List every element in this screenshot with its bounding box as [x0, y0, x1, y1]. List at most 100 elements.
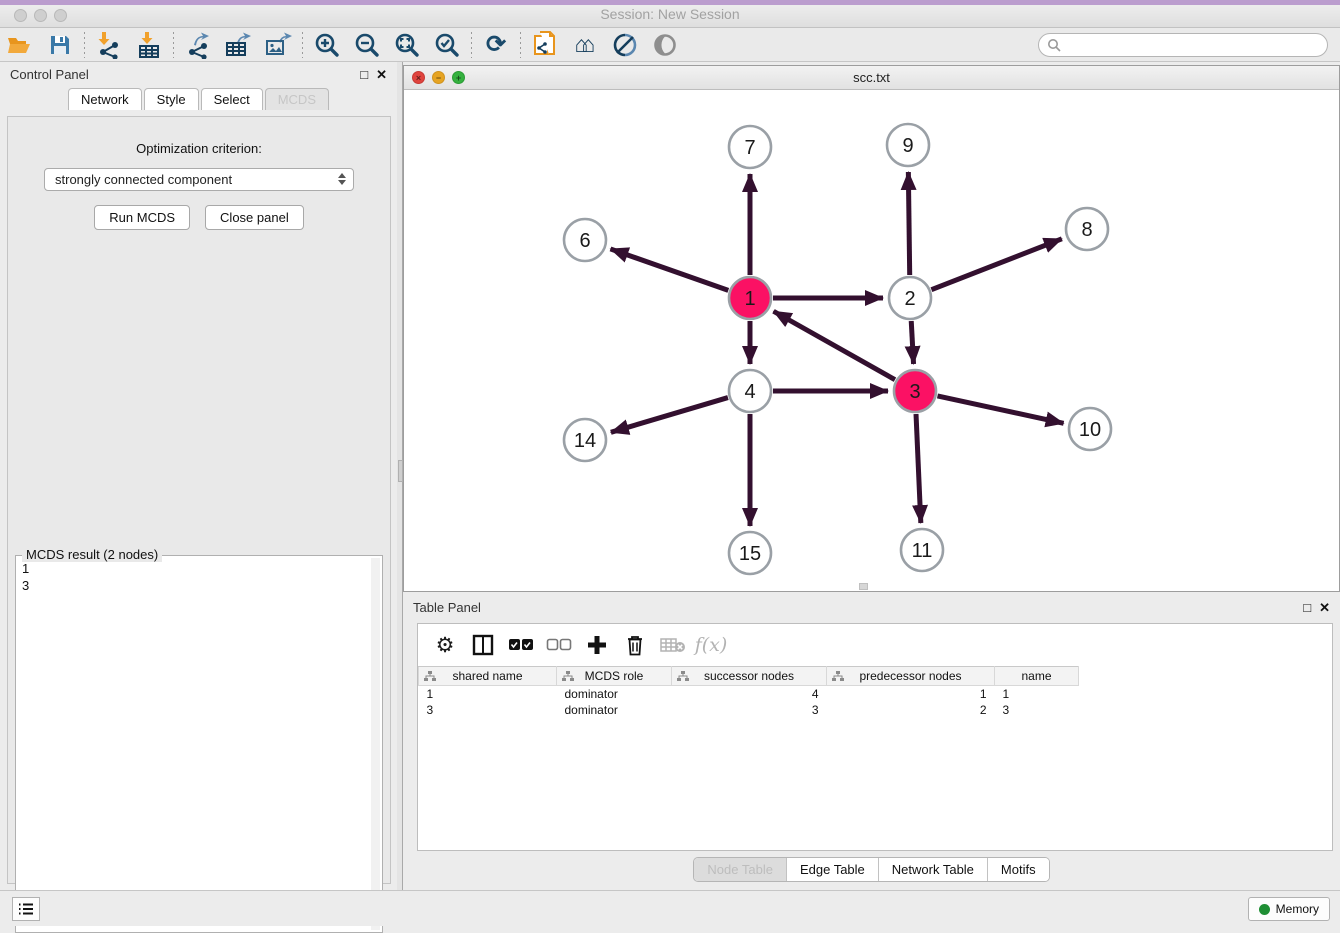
criterion-select[interactable]: strongly connected component	[44, 168, 354, 191]
export-table-button[interactable]	[218, 30, 258, 60]
cell-successor-nodes[interactable]: 3	[672, 702, 827, 718]
edge-2-8[interactable]	[931, 239, 1061, 290]
node-label: 15	[739, 543, 761, 565]
graph-node-3[interactable]: 3	[894, 370, 936, 412]
float-panel-icon[interactable]: □	[360, 68, 368, 81]
task-history-button[interactable]	[12, 897, 40, 921]
cell-shared-name[interactable]: 3	[419, 702, 557, 718]
column-header-predecessor-nodes[interactable]: predecessor nodes	[827, 667, 995, 686]
edge-4-14[interactable]	[611, 398, 728, 433]
memory-label: Memory	[1276, 902, 1319, 916]
close-panel-icon[interactable]: ✕	[1319, 601, 1330, 614]
network-canvas[interactable]: 1 2 3 4 6 7 8 9 10 11 14 15	[404, 90, 1339, 591]
zoom-in-button[interactable]	[307, 30, 347, 60]
edge-3-11[interactable]	[916, 414, 921, 523]
close-panel-icon[interactable]: ✕	[376, 68, 387, 81]
tab-style[interactable]: Style	[144, 88, 199, 110]
search-input[interactable]	[1066, 38, 1327, 53]
cell-predecessor-nodes[interactable]: 2	[827, 702, 995, 718]
edge-2-9[interactable]	[908, 172, 909, 275]
create-column-button[interactable]	[580, 629, 614, 661]
edge-1-6[interactable]	[610, 249, 728, 290]
node-label: 2	[904, 288, 915, 310]
network-from-clipboard-button[interactable]	[525, 30, 565, 60]
memory-button[interactable]: Memory	[1248, 897, 1330, 921]
columns-icon	[472, 634, 494, 656]
canvas-scroll-handle[interactable]	[859, 583, 868, 590]
graph-node-9[interactable]: 9	[887, 124, 929, 166]
first-neighbors-button[interactable]: ⌂⌂	[565, 30, 605, 60]
float-panel-icon[interactable]: □	[1303, 601, 1311, 614]
column-header-successor-nodes[interactable]: successor nodes	[672, 667, 827, 686]
graph-node-11[interactable]: 11	[901, 529, 943, 571]
graph-node-2[interactable]: 2	[889, 277, 931, 319]
tab-network-table[interactable]: Network Table	[879, 858, 988, 881]
show-columns-button[interactable]	[466, 629, 500, 661]
refresh-icon: ⟳	[486, 33, 506, 57]
cell-predecessor-nodes[interactable]: 1	[827, 686, 995, 702]
column-header-filler	[1079, 667, 1333, 686]
tab-node-table[interactable]: Node Table	[694, 858, 787, 881]
tab-edge-table[interactable]: Edge Table	[787, 858, 879, 881]
save-session-button[interactable]	[40, 30, 80, 60]
export-image-button[interactable]	[258, 30, 298, 60]
zoom-selected-button[interactable]	[427, 30, 467, 60]
graph-node-8[interactable]: 8	[1066, 208, 1108, 250]
deselect-all-button[interactable]	[542, 629, 576, 661]
search-icon	[1047, 38, 1061, 52]
network-maximize-button[interactable]: +	[452, 71, 465, 84]
column-header-MCDS-role[interactable]: MCDS role	[557, 667, 672, 686]
graph-node-14[interactable]: 14	[564, 419, 606, 461]
graph-node-1[interactable]: 1	[729, 277, 771, 319]
tab-select[interactable]: Select	[201, 88, 263, 110]
network-view-window: × − + scc.txt 1234678910111415	[403, 65, 1340, 592]
search-field[interactable]	[1038, 33, 1328, 57]
unchecked-boxes-icon	[546, 638, 572, 652]
cell-MCDS-role[interactable]: dominator	[557, 702, 672, 718]
zoom-fit-button[interactable]	[387, 30, 427, 60]
select-all-button[interactable]	[504, 629, 538, 661]
refresh-button[interactable]: ⟳	[476, 30, 516, 60]
show-graphics-button[interactable]	[645, 30, 685, 60]
zoom-out-button[interactable]	[347, 30, 387, 60]
graph-node-7[interactable]: 7	[729, 126, 771, 168]
table-settings-button[interactable]: ⚙	[428, 629, 462, 661]
table-row[interactable]: 3dominator323	[419, 702, 1333, 718]
graph-node-4[interactable]: 4	[729, 370, 771, 412]
import-table-button[interactable]	[129, 30, 169, 60]
cell-name[interactable]: 1	[995, 686, 1079, 702]
edge-3-10[interactable]	[937, 396, 1063, 423]
toolbar-separator	[520, 32, 521, 58]
cell-name[interactable]: 3	[995, 702, 1079, 718]
cell-successor-nodes[interactable]: 4	[672, 686, 827, 702]
delete-column-button[interactable]	[618, 629, 652, 661]
tab-network[interactable]: Network	[68, 88, 142, 110]
edge-2-3[interactable]	[911, 321, 913, 364]
node-label: 8	[1081, 219, 1092, 241]
run-mcds-button[interactable]: Run MCDS	[94, 205, 190, 230]
delete-table-button[interactable]	[656, 629, 690, 661]
network-graph[interactable]: 1 2 3 4 6 7 8 9 10 11 14 15	[404, 90, 1339, 591]
hide-selected-button[interactable]	[605, 30, 645, 60]
column-header-shared-name[interactable]: shared name	[419, 667, 557, 686]
export-network-button[interactable]	[178, 30, 218, 60]
graph-node-15[interactable]: 15	[729, 532, 771, 574]
graph-node-6[interactable]: 6	[564, 219, 606, 261]
table-row[interactable]: 1dominator411	[419, 686, 1333, 702]
graph-node-10[interactable]: 10	[1069, 408, 1111, 450]
tab-motifs[interactable]: Motifs	[988, 858, 1049, 881]
close-panel-button[interactable]: Close panel	[205, 205, 304, 230]
import-network-button[interactable]	[89, 30, 129, 60]
column-header-name[interactable]: name	[995, 667, 1079, 686]
cell-shared-name[interactable]: 1	[419, 686, 557, 702]
optimization-criterion-label: Optimization criterion:	[8, 141, 390, 156]
function-builder-button[interactable]: f(x)	[694, 629, 728, 661]
cell-MCDS-role[interactable]: dominator	[557, 686, 672, 702]
tab-mcds[interactable]: MCDS	[265, 88, 329, 110]
mcds-result-text[interactable]: 1 3	[18, 560, 370, 930]
open-session-button[interactable]	[0, 30, 40, 60]
network-close-button[interactable]: ×	[412, 71, 425, 84]
result-scrollbar[interactable]	[371, 558, 380, 930]
edge-3-1[interactable]	[774, 311, 895, 379]
network-minimize-button[interactable]: −	[432, 71, 445, 84]
